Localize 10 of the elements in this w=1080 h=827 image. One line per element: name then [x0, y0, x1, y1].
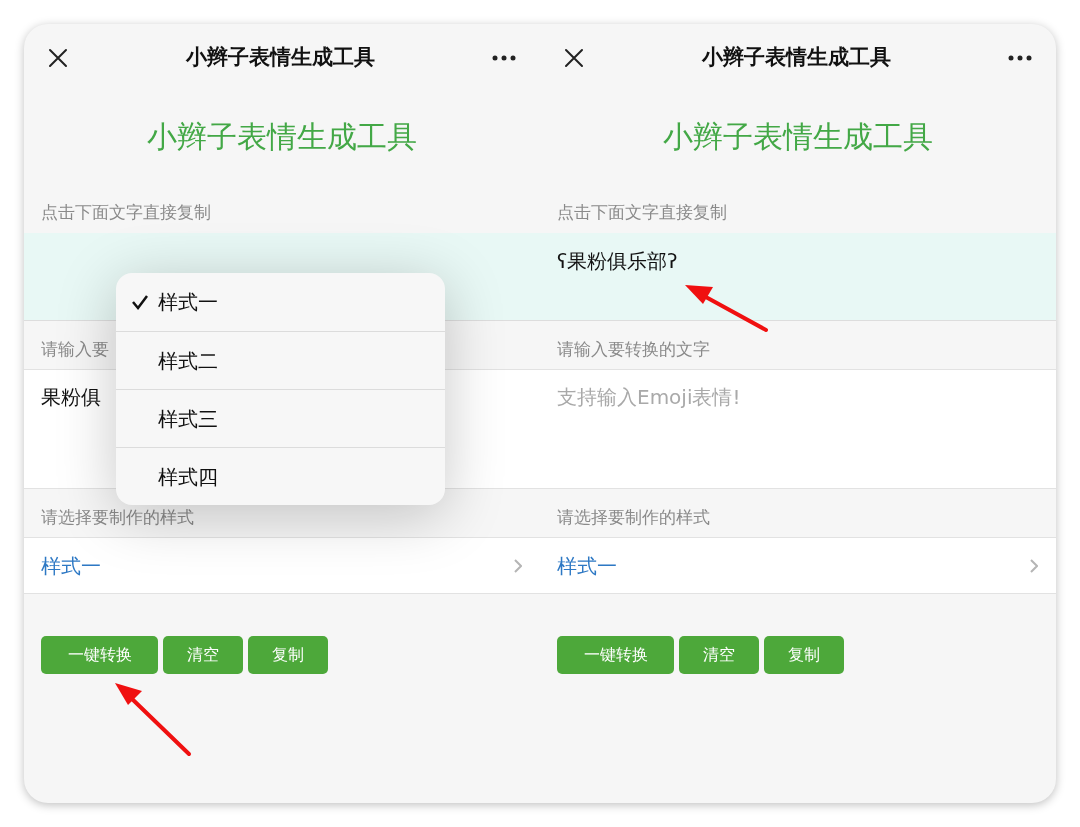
section-label: 点击下面文字直接复制 — [557, 202, 727, 222]
section-label: 请选择要制作的样式 — [41, 507, 194, 527]
section-label: 请输入要 — [41, 339, 109, 359]
app-title: 小辫子表情生成工具 — [147, 117, 417, 156]
window-title: 小辫子表情生成工具 — [185, 44, 375, 72]
section-label: 请输入要转换的文字 — [557, 339, 710, 359]
section-label: 请选择要制作的样式 — [557, 507, 710, 527]
app-title: 小辫子表情生成工具 — [663, 117, 933, 156]
section-label: 点击下面文字直接复制 — [41, 202, 211, 222]
window-title: 小辫子表情生成工具 — [701, 44, 891, 72]
